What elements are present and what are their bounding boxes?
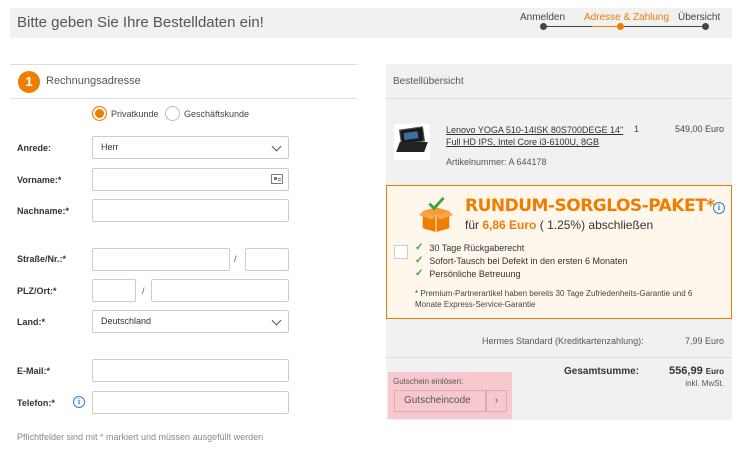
- step-dot-overview: [702, 23, 709, 30]
- street-label: Straße/Nr.:*: [17, 254, 67, 264]
- radio-unselected-icon[interactable]: [165, 106, 180, 121]
- firstname-label: Vorname:*: [17, 175, 62, 185]
- step-number-badge: 1: [18, 71, 40, 93]
- street-field[interactable]: [92, 248, 230, 271]
- required-fields-note: Pflichtfelder sind mit * markiert und mü…: [17, 432, 264, 442]
- firstname-field[interactable]: [92, 168, 289, 191]
- summary-title: Bestellübersicht: [393, 76, 464, 87]
- shipping-label: Hermes Standard (Kreditkartenzahlung):: [482, 336, 644, 346]
- voucher-submit-button[interactable]: ›: [486, 390, 507, 412]
- salutation-label: Anrede:: [17, 143, 52, 153]
- promo-footnote: * Premium-Partnerartikel haben bereits 3…: [415, 289, 693, 309]
- product-name-link[interactable]: Lenovo YOGA 510-14ISK 80S700DEGE 14" Ful…: [446, 124, 626, 148]
- email-label: E-Mail:*: [17, 366, 51, 376]
- salutation-value: Herr: [101, 142, 119, 152]
- check-icon: ✓: [415, 268, 424, 279]
- box-package-icon: [418, 196, 454, 233]
- salutation-select[interactable]: Herr: [92, 136, 289, 159]
- total-currency: Euro: [705, 367, 724, 376]
- step-dot-login: [540, 23, 547, 30]
- zip-separator: /: [142, 286, 145, 296]
- phone-label: Telefon:*: [17, 398, 55, 408]
- country-label: Land:*: [17, 317, 45, 327]
- radio-private-customer[interactable]: Privatkunde: [92, 106, 159, 121]
- voucher-label: Gutschein einlösen:: [393, 377, 464, 386]
- divider: [386, 357, 732, 358]
- total-amount: 556,99 Euro: [669, 365, 724, 377]
- promo-bullet-text: 30 Tage Rückgaberecht: [429, 242, 525, 253]
- promo-price: 6,86 Euro: [482, 218, 537, 232]
- page-title: Bitte geben Sie Ihre Bestelldaten ein!: [17, 14, 264, 31]
- step-overview: Übersicht: [678, 12, 721, 23]
- chevron-down-icon: [271, 141, 282, 152]
- zip-city-label: PLZ/Ort:*: [17, 286, 57, 296]
- promo-bullet-text: Persönliche Betreuung: [429, 268, 521, 279]
- shipping-value: 7,99 Euro: [684, 336, 724, 346]
- promo-info-icon[interactable]: i: [713, 202, 725, 214]
- promo-checkbox[interactable]: [394, 245, 408, 259]
- city-field[interactable]: [151, 279, 289, 302]
- product-article-number: Artikelnummer: A 644178: [446, 157, 547, 167]
- promo-subtitle: für 6,86 Euro ( 1.25%) abschließen: [465, 218, 653, 232]
- promo-bullet-text: Sofort-Tausch bei Defekt in den ersten 6…: [429, 255, 628, 266]
- divider: [386, 98, 732, 99]
- promo-bullet: ✓ Persönliche Betreuung: [415, 268, 520, 279]
- total-label: Gesamtsumme:: [564, 366, 640, 377]
- promo-bullet: ✓ 30 Tage Rückgaberecht: [415, 242, 524, 253]
- page-header: Bitte geben Sie Ihre Bestelldaten ein! A…: [10, 8, 732, 38]
- phone-field[interactable]: [92, 391, 289, 414]
- protection-package-box: RUNDUM-SORGLOS-PAKET* für 6,86 Euro ( 1.…: [386, 185, 732, 319]
- street-separator: /: [234, 254, 237, 264]
- step-address-payment: Adresse & Zahlung: [584, 12, 670, 23]
- country-select[interactable]: Deutschland: [92, 310, 289, 333]
- lastname-label: Nachname:*: [17, 206, 70, 216]
- billing-title: Rechnungsadresse: [46, 75, 141, 87]
- promo-title: RUNDUM-SORGLOS-PAKET*: [465, 196, 715, 216]
- chevron-down-icon: [271, 315, 282, 326]
- total-amount-value: 556,99: [669, 365, 703, 377]
- email-field[interactable]: [92, 359, 289, 382]
- house-number-field[interactable]: [245, 248, 289, 271]
- promo-sub-prefix: für: [465, 218, 480, 232]
- checkout-progress: Anmelden Adresse & Zahlung Übersicht: [512, 8, 732, 38]
- check-icon: ✓: [415, 242, 424, 253]
- voucher-box: Gutschein einlösen: Gutscheincode ›: [388, 372, 512, 419]
- voucher-code-input[interactable]: Gutscheincode: [394, 390, 486, 412]
- product-quantity: 1: [634, 124, 640, 134]
- radio-selected-icon[interactable]: [92, 106, 107, 121]
- phone-info-icon[interactable]: i: [73, 396, 85, 408]
- product-image[interactable]: [394, 124, 430, 160]
- progress-line-3: [624, 26, 704, 27]
- promo-bullet: ✓ Sofort-Tausch bei Defekt in den ersten…: [415, 255, 628, 266]
- radio-private-label: Privatkunde: [111, 108, 159, 119]
- country-value: Deutschland: [101, 316, 152, 326]
- step-dot-address: [617, 23, 624, 30]
- laptop-base-shape: [396, 142, 428, 152]
- promo-sub-suffix: ( 1.25%) abschließen: [539, 218, 654, 232]
- billing-section-header: 1 Rechnungsadresse: [10, 64, 357, 99]
- zip-field[interactable]: [92, 279, 136, 302]
- lastname-field[interactable]: [92, 199, 289, 222]
- contact-card-icon[interactable]: [271, 174, 283, 184]
- vat-note: inkl. MwSt.: [685, 379, 724, 388]
- check-icon: ✓: [415, 255, 424, 266]
- product-price: 549,00 Euro: [674, 124, 724, 134]
- radio-business-label: Geschäftskunde: [184, 108, 250, 119]
- radio-business-customer[interactable]: Geschäftskunde: [165, 106, 249, 121]
- progress-line-2: [592, 26, 620, 27]
- step-login[interactable]: Anmelden: [520, 12, 565, 23]
